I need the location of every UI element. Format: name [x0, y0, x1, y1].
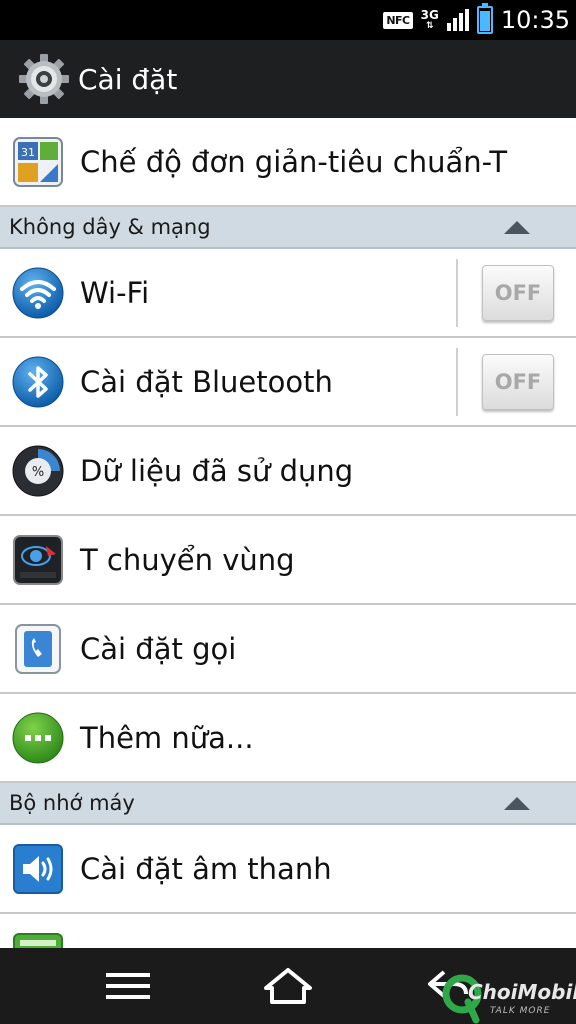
- signal-strength-icon: [446, 9, 469, 31]
- roaming-icon: [12, 534, 64, 586]
- settings-list: 31 Chế độ đơn giản-tiêu chuẩn-T Không dâ…: [0, 118, 576, 1003]
- settings-item-roaming[interactable]: T chuyển vùng: [0, 516, 576, 605]
- settings-item-label: Wi-Fi: [80, 276, 150, 310]
- section-header-wireless[interactable]: Không dây & mạng: [0, 207, 576, 249]
- collapse-caret-icon[interactable]: [504, 797, 530, 810]
- status-bar: NFC 3G ⇅ 10:35: [0, 0, 576, 40]
- data-usage-icon: %: [12, 445, 64, 497]
- action-bar: Cài đặt: [0, 40, 576, 118]
- network-type-label: 3G: [420, 8, 439, 22]
- wifi-icon: [12, 267, 64, 319]
- settings-item-label: T chuyển vùng: [80, 543, 295, 577]
- speaker-icon: [12, 843, 64, 895]
- collapse-caret-icon[interactable]: [504, 221, 530, 234]
- svg-text:31: 31: [21, 146, 35, 159]
- menu-icon[interactable]: [96, 948, 160, 1024]
- settings-gear-icon[interactable]: [18, 53, 70, 105]
- page-title: Cài đặt: [78, 62, 178, 96]
- toggle-divider: [456, 348, 458, 416]
- home-icon[interactable]: [256, 948, 320, 1024]
- bluetooth-icon: [12, 356, 64, 408]
- settings-item-label: Thêm nữa...: [80, 721, 254, 755]
- settings-item-data-usage[interactable]: % Dữ liệu đã sử dụng: [0, 427, 576, 516]
- toggle-divider: [456, 259, 458, 327]
- settings-item-simple-mode[interactable]: 31 Chế độ đơn giản-tiêu chuẩn-T: [0, 118, 576, 207]
- settings-item-sound[interactable]: Cài đặt âm thanh: [0, 825, 576, 914]
- settings-item-label: Cài đặt âm thanh: [80, 852, 332, 886]
- section-header-label: Không dây & mạng: [9, 215, 211, 239]
- settings-item-wifi[interactable]: Wi-Fi OFF: [0, 249, 576, 338]
- more-dots-icon: [12, 712, 64, 764]
- svg-text:%: %: [32, 465, 44, 480]
- watermark-text: ChoiMobile: [468, 980, 576, 1004]
- watermark-subtext: TALK MORE: [490, 1006, 551, 1016]
- settings-item-bluetooth[interactable]: Cài đặt Bluetooth OFF: [0, 338, 576, 427]
- section-header-device[interactable]: Bộ nhớ máy: [0, 783, 576, 825]
- calendar-app-icon: 31: [12, 136, 64, 188]
- settings-item-more[interactable]: Thêm nữa...: [0, 694, 576, 783]
- clock: 10:35: [500, 6, 570, 34]
- settings-item-label: Dữ liệu đã sử dụng: [80, 454, 354, 488]
- settings-item-call[interactable]: Cài đặt gọi: [0, 605, 576, 694]
- settings-item-label: Chế độ đơn giản-tiêu chuẩn-T: [80, 145, 508, 179]
- settings-item-label: Cài đặt Bluetooth: [80, 365, 333, 399]
- settings-item-label: Cài đặt gọi: [80, 632, 237, 666]
- bluetooth-toggle[interactable]: OFF: [482, 354, 554, 410]
- section-header-label: Bộ nhớ máy: [9, 791, 135, 815]
- nfc-icon: NFC: [383, 11, 413, 29]
- wifi-toggle[interactable]: OFF: [482, 265, 554, 321]
- phone-call-icon: [12, 623, 64, 675]
- network-type-indicator: 3G ⇅: [421, 9, 439, 31]
- data-activity-icon: ⇅: [425, 21, 434, 31]
- battery-icon: [476, 3, 493, 34]
